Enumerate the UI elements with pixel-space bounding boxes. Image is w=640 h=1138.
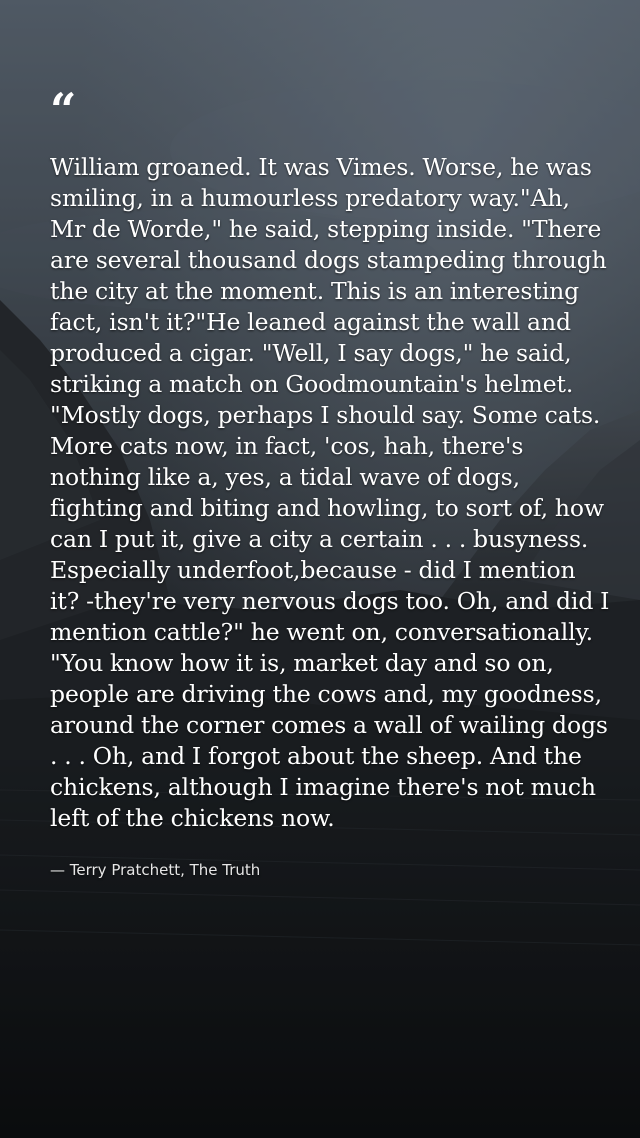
quote-text: William groaned. It was Vimes. Worse, he… [50, 153, 610, 832]
quote-mark-icon: “ [50, 83, 76, 137]
quote-attribution: — Terry Pratchett, The Truth [50, 861, 261, 879]
quote-card: “ William groaned. It was Vimes. Worse, … [50, 83, 610, 880]
